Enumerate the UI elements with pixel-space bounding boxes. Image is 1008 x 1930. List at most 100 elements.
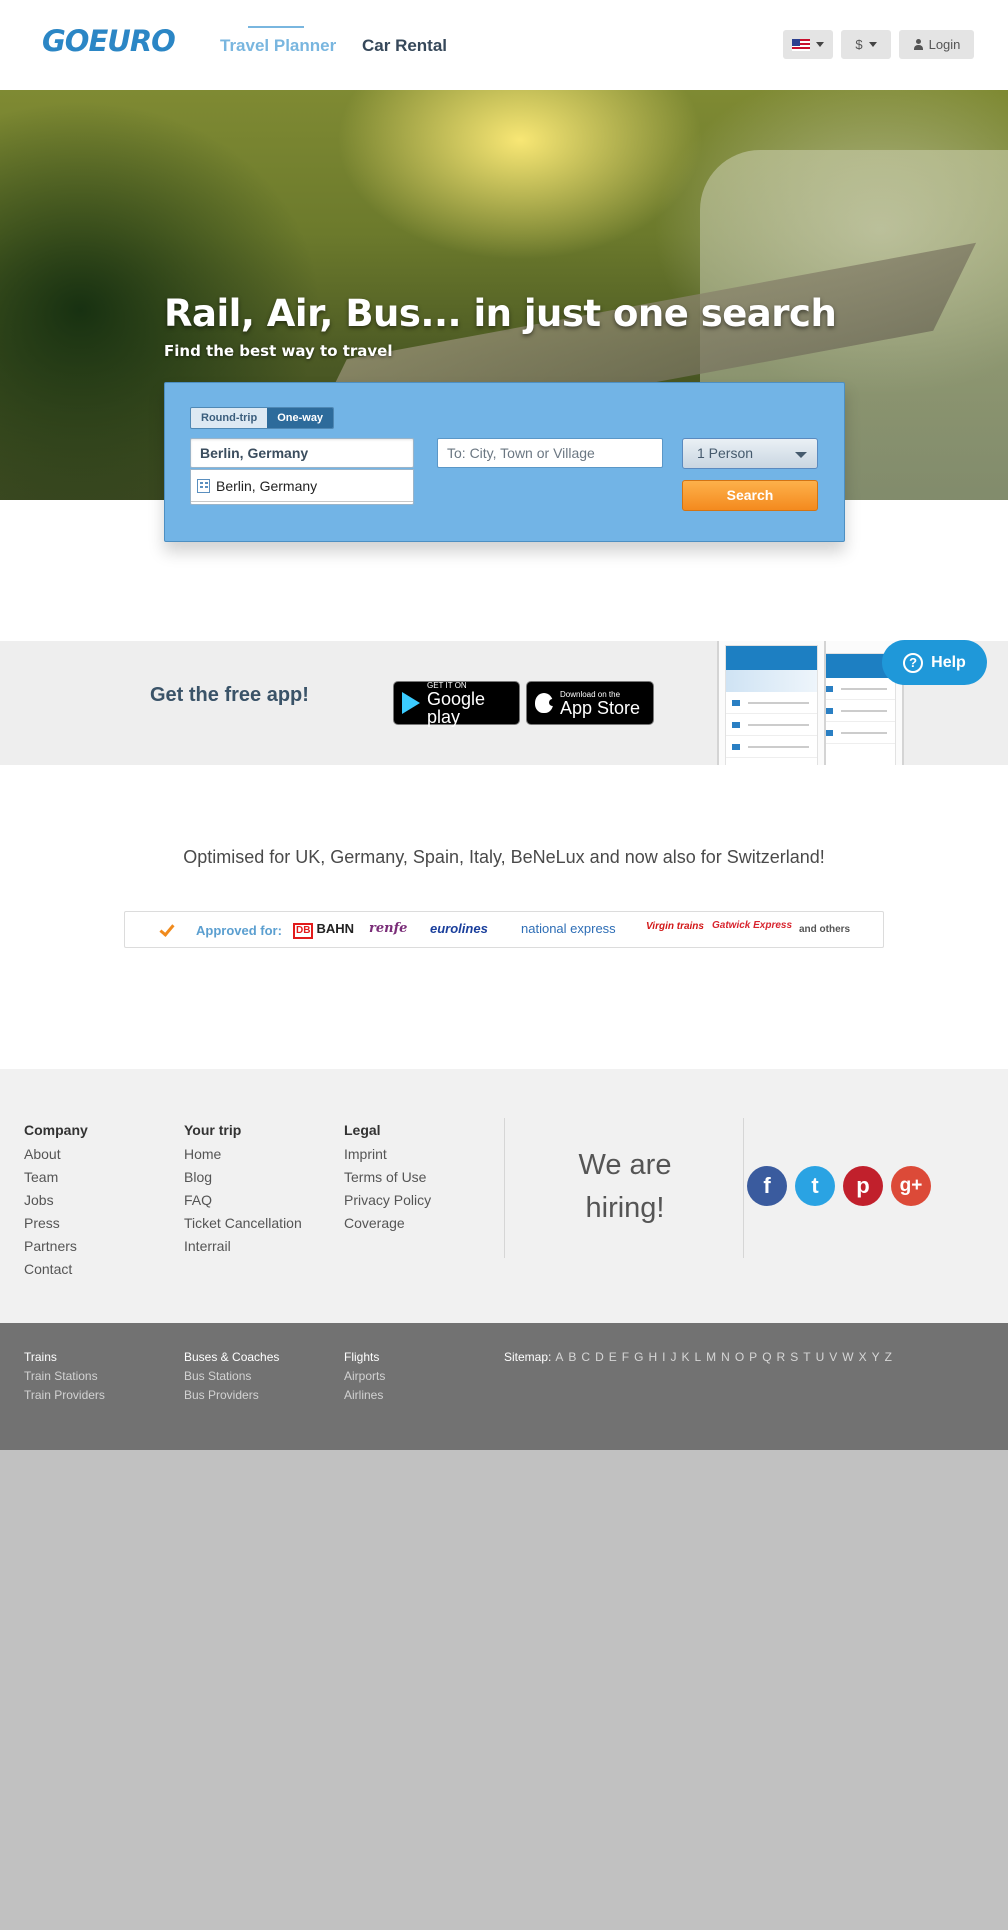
currency-selector[interactable]: $ — [841, 30, 891, 59]
footer-link-interrail[interactable]: Interrail — [184, 1235, 302, 1258]
subfooter-heading[interactable]: Flights — [344, 1350, 385, 1364]
app-store-big-text: App Store — [560, 697, 641, 718]
suggestion-item[interactable]: Berlin, Germany — [191, 470, 413, 502]
nav-travel-planner[interactable]: Travel Planner — [220, 26, 336, 56]
persons-select[interactable]: 1 Person — [682, 438, 818, 469]
app-promo-text: Get the free app! — [150, 684, 309, 706]
sitemap-letter-link[interactable]: F — [622, 1350, 629, 1364]
subfooter-link-train-stations[interactable]: Train Stations — [24, 1367, 105, 1386]
footer-link-faq[interactable]: FAQ — [184, 1189, 302, 1212]
twitter-icon[interactable]: t — [795, 1166, 835, 1206]
sitemap-letter-link[interactable]: S — [790, 1350, 798, 1364]
footer-link-partners[interactable]: Partners — [24, 1235, 88, 1258]
sitemap-letter-link[interactable]: P — [749, 1350, 757, 1364]
checkmark-icon — [159, 921, 175, 937]
goeuro-logo[interactable]: GOEURO — [42, 24, 176, 58]
sitemap-letter-link[interactable]: W — [842, 1350, 853, 1364]
sitemap-letter-link[interactable]: V — [829, 1350, 837, 1364]
help-button[interactable]: ? Help — [882, 640, 987, 685]
renfe-logo: renfe — [369, 921, 408, 936]
footer-link-contact[interactable]: Contact — [24, 1258, 88, 1281]
footer-link-home[interactable]: Home — [184, 1143, 302, 1166]
sitemap-letter-link[interactable]: N — [721, 1350, 730, 1364]
footer-link-imprint[interactable]: Imprint — [344, 1143, 431, 1166]
nav-car-rental[interactable]: Car Rental — [362, 36, 447, 56]
sitemap-letter-link[interactable]: Y — [872, 1350, 880, 1364]
currency-symbol: $ — [855, 37, 863, 52]
subfooter-link-bus-stations[interactable]: Bus Stations — [184, 1367, 279, 1386]
language-selector[interactable] — [783, 30, 833, 59]
one-way-option[interactable]: One-way — [267, 408, 334, 428]
sitemap-letter-link[interactable]: E — [609, 1350, 617, 1364]
subfooter-link-train-providers[interactable]: Train Providers — [24, 1386, 105, 1405]
footer-company-column: Company About Team Jobs Press Partners C… — [24, 1122, 88, 1281]
to-input[interactable]: To: City, Town or Village — [437, 438, 663, 468]
search-button[interactable]: Search — [682, 480, 818, 511]
facebook-icon[interactable]: f — [747, 1166, 787, 1206]
sitemap: Sitemap: ABCDEFGHIJKLMNOPQRSTUVWXYZ — [504, 1350, 892, 1364]
sitemap-letters: ABCDEFGHIJKLMNOPQRSTUVWXYZ — [555, 1350, 892, 1364]
eurolines-logo: eurolines — [430, 921, 488, 936]
hiring-link[interactable]: We are hiring! — [540, 1144, 710, 1230]
phone-result-row — [726, 714, 817, 736]
sitemap-letter-link[interactable]: O — [735, 1350, 744, 1364]
footer-divider — [743, 1118, 744, 1258]
sitemap-letter-link[interactable]: I — [662, 1350, 665, 1364]
footer-link-press[interactable]: Press — [24, 1212, 88, 1235]
sitemap-letter-link[interactable]: L — [694, 1350, 701, 1364]
round-trip-option[interactable]: Round-trip — [191, 408, 268, 428]
sitemap-letter-link[interactable]: R — [777, 1350, 786, 1364]
approved-label: Approved for: — [196, 923, 282, 938]
login-button[interactable]: Login — [899, 30, 974, 59]
footer-trip-column: Your trip Home Blog FAQ Ticket Cancellat… — [184, 1122, 302, 1258]
footer-link-blog[interactable]: Blog — [184, 1166, 302, 1189]
help-label: Help — [931, 653, 966, 671]
footer-link-jobs[interactable]: Jobs — [24, 1189, 88, 1212]
google-play-icon — [402, 692, 420, 714]
sitemap-letter-link[interactable]: J — [670, 1350, 676, 1364]
subfooter-link-airlines[interactable]: Airlines — [344, 1386, 385, 1405]
hero-subtitle: Find the best way to travel — [164, 342, 393, 360]
sitemap-letter-link[interactable]: T — [803, 1350, 810, 1364]
subfooter-link-airports[interactable]: Airports — [344, 1367, 385, 1386]
sitemap-letter-link[interactable]: Q — [762, 1350, 771, 1364]
footer-link-terms[interactable]: Terms of Use — [344, 1166, 431, 1189]
footer-link-ticket-cancellation[interactable]: Ticket Cancellation — [184, 1212, 302, 1235]
subfooter-link-bus-providers[interactable]: Bus Providers — [184, 1386, 279, 1405]
hero-title: Rail, Air, Bus... in just one search — [164, 292, 837, 335]
footer-link-about[interactable]: About — [24, 1143, 88, 1166]
sitemap-letter-link[interactable]: H — [648, 1350, 657, 1364]
footer-link-team[interactable]: Team — [24, 1166, 88, 1189]
footer-link-coverage[interactable]: Coverage — [344, 1212, 431, 1235]
chevron-down-icon — [816, 42, 824, 47]
google-plus-icon[interactable]: g+ — [891, 1166, 931, 1206]
approved-partners-bar: Approved for: DB BAHN renfe eurolines nat… — [124, 911, 884, 948]
sitemap-letter-link[interactable]: Z — [885, 1350, 892, 1364]
sitemap-letter-link[interactable]: B — [568, 1350, 576, 1364]
app-store-badge[interactable]: Download on the App Store — [526, 681, 654, 725]
google-play-badge[interactable]: GET IT ON Google play — [393, 681, 520, 726]
from-input[interactable]: Berlin, Germany — [190, 438, 414, 468]
suggestion-label: Berlin, Germany — [216, 477, 318, 494]
sitemap-letter-link[interactable]: A — [555, 1350, 563, 1364]
sitemap-letter-link[interactable]: C — [581, 1350, 590, 1364]
phone-result-row — [819, 700, 895, 722]
footer-link-privacy[interactable]: Privacy Policy — [344, 1189, 431, 1212]
city-building-icon — [197, 478, 210, 493]
sitemap-letter-link[interactable]: M — [706, 1350, 716, 1364]
footer-divider — [504, 1118, 505, 1258]
subfooter-heading[interactable]: Trains — [24, 1350, 105, 1364]
sitemap-letter-link[interactable]: K — [681, 1350, 689, 1364]
us-flag-icon — [792, 38, 810, 51]
subfooter-heading[interactable]: Buses & Coaches — [184, 1350, 279, 1364]
sitemap-letter-link[interactable]: X — [859, 1350, 867, 1364]
sitemap-letter-link[interactable]: G — [634, 1350, 643, 1364]
pinterest-icon[interactable]: p — [843, 1166, 883, 1206]
sitemap-letter-link[interactable]: D — [595, 1350, 604, 1364]
login-label: Login — [928, 37, 961, 52]
subfooter-flights-column: Flights Airports Airlines — [344, 1350, 385, 1405]
sitemap-letter-link[interactable]: U — [816, 1350, 825, 1364]
db-bahn-logo: DB BAHN — [293, 921, 354, 939]
phone-result-row — [726, 736, 817, 758]
trip-type-toggle: Round-trip One-way — [190, 407, 335, 429]
